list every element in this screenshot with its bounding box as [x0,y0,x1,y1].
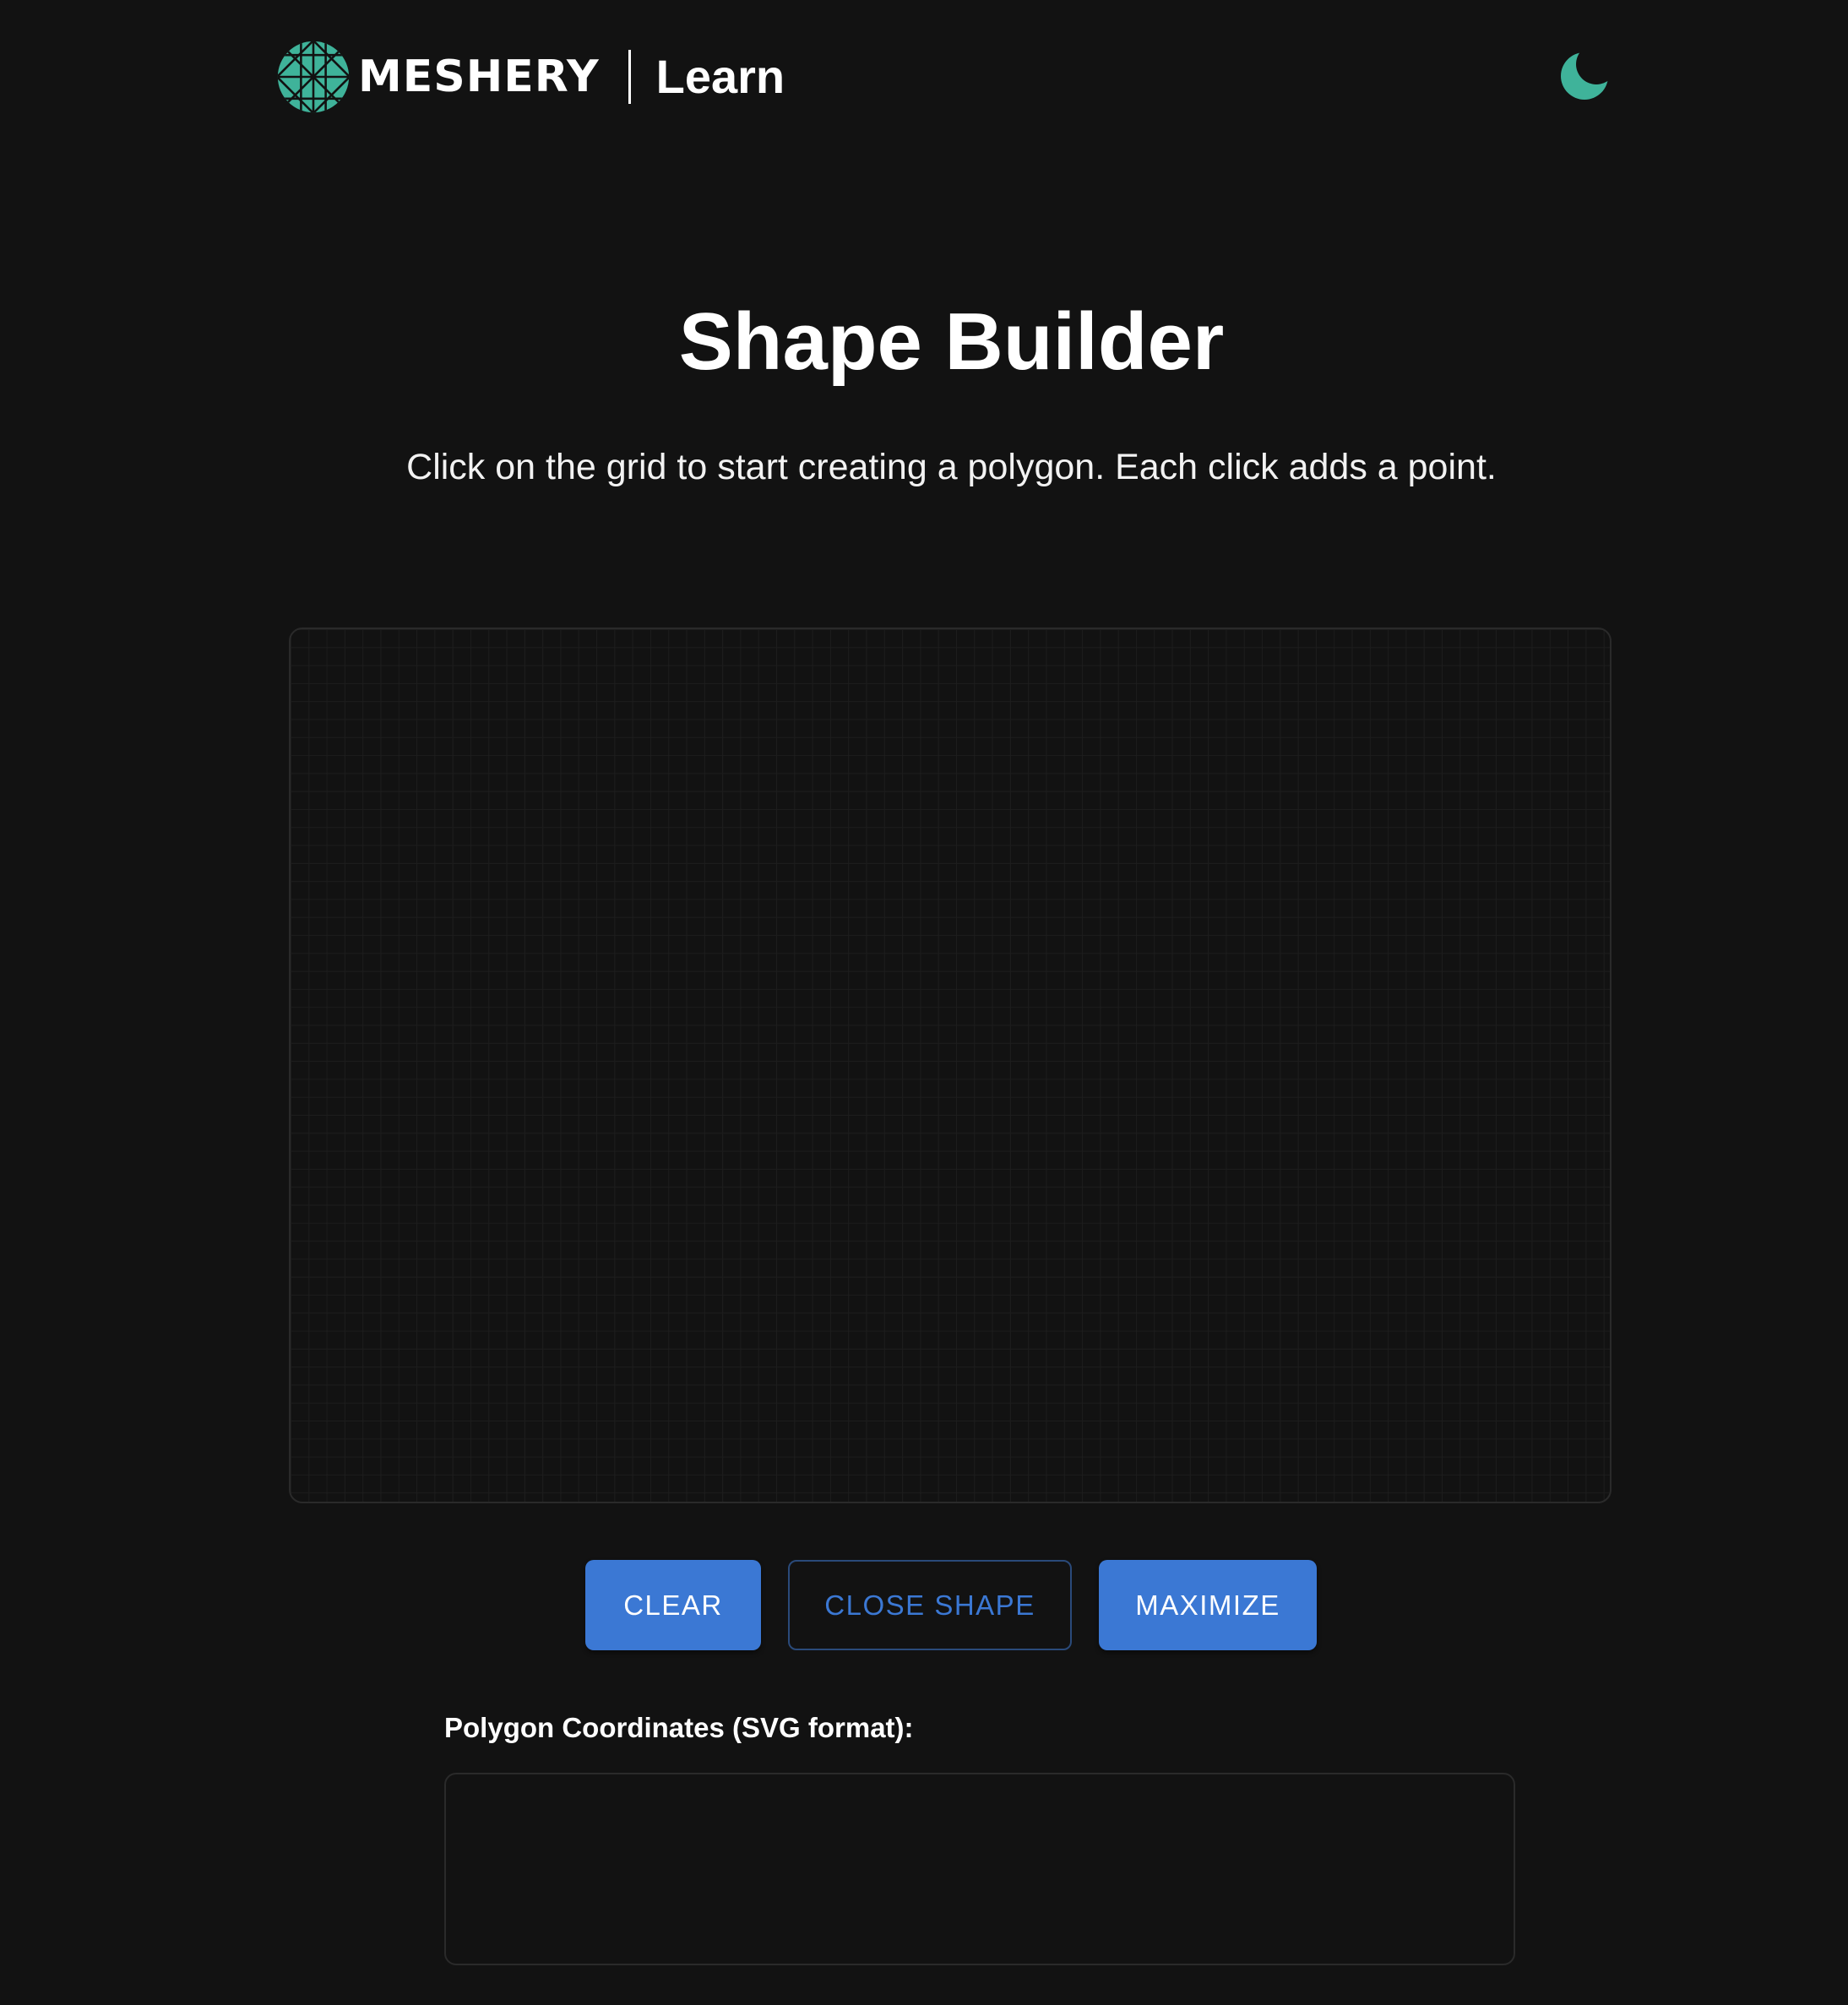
meshery-logo-icon[interactable] [277,41,350,113]
page: MESHERY Learn Shape Builder Click on the… [0,0,1848,2005]
coordinates-output[interactable] [444,1773,1515,1965]
close-shape-button[interactable]: CLOSE SHAPE [788,1560,1072,1650]
drawing-grid[interactable] [289,628,1612,1503]
section-name[interactable]: Learn [656,53,785,101]
moon-icon [1561,52,1608,100]
clear-button[interactable]: CLEAR [585,1560,761,1650]
coordinates-label: Polygon Coordinates (SVG format): [444,1712,914,1743]
brand-name[interactable]: MESHERY [358,55,600,99]
header-divider [628,50,631,104]
instructions-text: Click on the grid to start creating a po… [406,447,1497,487]
maximize-button[interactable]: MAXIMIZE [1099,1560,1317,1650]
site-header: MESHERY Learn [277,39,785,115]
page-title: Shape Builder [678,296,1225,387]
theme-toggle-button[interactable] [1559,46,1615,101]
